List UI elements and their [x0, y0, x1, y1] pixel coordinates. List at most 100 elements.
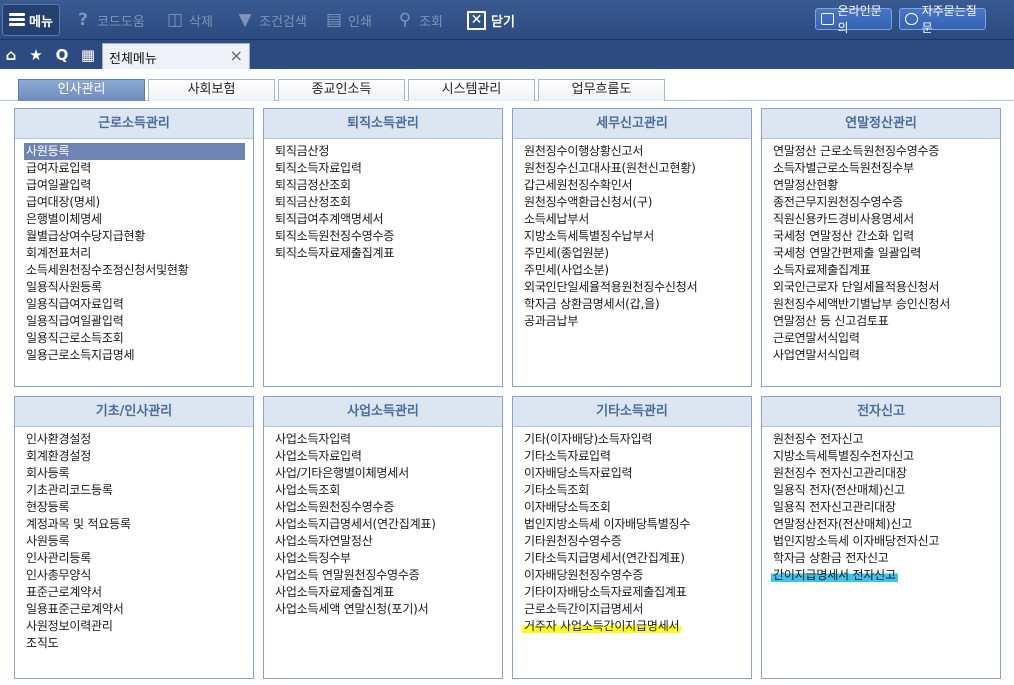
menu-item[interactable]: 원천징수신고대사표(원천신고현황) — [522, 160, 751, 177]
tab-system[interactable]: 시스템관리 — [408, 79, 535, 101]
menu-item[interactable]: 조직도 — [24, 635, 253, 652]
code-help-button[interactable]: ? 코드도움 — [74, 6, 145, 34]
menu-item[interactable]: 기타소득지급명세서(연간집계표) — [522, 550, 751, 567]
menu-item[interactable]: 회계전표처리 — [24, 245, 253, 262]
close-button[interactable]: ✕ 닫기 — [467, 6, 515, 34]
menu-item[interactable]: 계정과목 및 적요등록 — [24, 516, 253, 533]
menu-item[interactable]: 이자배당소득자료입력 — [522, 465, 751, 482]
menu-item[interactable]: 현장등록 — [24, 499, 253, 516]
menu-item[interactable]: 갑근세원천징수확인서 — [522, 177, 751, 194]
menu-item[interactable]: 사원등록 — [24, 533, 253, 550]
inquiry-button[interactable]: ⚲ 조회 — [396, 6, 443, 34]
menu-item[interactable]: 원천징수 전자신고 — [771, 431, 1000, 448]
menu-item[interactable]: 일용근로소득지급명세 — [24, 347, 253, 364]
menu-item[interactable]: 표준근로계약서 — [24, 584, 253, 601]
menu-item[interactable]: 이자배당소득조회 — [522, 499, 751, 516]
tab-all-menu[interactable]: 전체메뉴 × — [102, 43, 250, 69]
menu-item[interactable]: 소득세원천징수조정신청서및현황 — [24, 262, 253, 279]
menu-item[interactable]: 사업소득 연말원천징수영수증 — [273, 567, 502, 584]
menu-item[interactable]: 연말정산전자(전산매체)신고 — [771, 516, 1000, 533]
menu-item[interactable]: 사업연말서식입력 — [771, 347, 1000, 364]
menu-item[interactable]: 인사총무양식 — [24, 567, 253, 584]
tab-hr[interactable]: 인사관리 — [18, 79, 145, 101]
menu-item[interactable]: 기타원천징수영수증 — [522, 533, 751, 550]
menu-item[interactable]: 인사환경설정 — [24, 431, 253, 448]
menu-item[interactable]: 기타소득자료입력 — [522, 448, 751, 465]
menu-item[interactable]: 사원정보이력관리 — [24, 618, 253, 635]
menu-item[interactable]: 기타(이자배당)소득자입력 — [522, 431, 751, 448]
menu-item[interactable]: 급여일괄입력 — [24, 177, 253, 194]
menu-item[interactable]: 퇴직급여추계액명세서 — [273, 211, 502, 228]
menu-item[interactable]: 사업소득원천징수영수증 — [273, 499, 502, 516]
menu-item[interactable]: 월별급상여수당지급현황 — [24, 228, 253, 245]
menu-item[interactable]: 학자금 상환금명세서(갑,을) — [522, 296, 751, 313]
menu-item[interactable]: 원천징수 전자신고관리대장 — [771, 465, 1000, 482]
delete-button[interactable]: ◫ 삭제 — [166, 6, 213, 34]
menu-item[interactable]: 연말정산 등 신고검토표 — [771, 313, 1000, 330]
tab-social-insurance[interactable]: 사회보험 — [148, 79, 275, 101]
tab-close-icon[interactable]: × — [230, 46, 243, 65]
menu-item[interactable]: 사업소득자료입력 — [273, 448, 502, 465]
menu-item[interactable]: 주민세(종업원분) — [522, 245, 751, 262]
menu-item[interactable]: 일용직급여일괄입력 — [24, 313, 253, 330]
menu-item[interactable]: 퇴직금정산조회 — [273, 177, 502, 194]
menu-item[interactable]: 법인지방소득세 이자배당전자신고 — [771, 533, 1000, 550]
menu-item[interactable]: 기타이자배당소득자료제출집계표 — [522, 584, 751, 601]
faq-button[interactable]: 자주묻는질문 — [899, 4, 986, 35]
menu-item[interactable]: 퇴직소득원천징수영수증 — [273, 228, 502, 245]
menu-item[interactable]: 국세청 연말간편제출 일괄입력 — [771, 245, 1000, 262]
menu-item[interactable]: 이자배당원천징수영수증 — [522, 567, 751, 584]
search-q-icon[interactable]: Q — [51, 44, 73, 66]
menu-item[interactable]: 사업소득지급명세서(연간집계표) — [273, 516, 502, 533]
menu-item[interactable]: 사업소득세액 연말신청(포기)서 — [273, 601, 502, 618]
menu-item[interactable]: 사업소득자입력 — [273, 431, 502, 448]
menu-item[interactable]: 일용직 전자신고관리대장 — [771, 499, 1000, 516]
menu-item[interactable]: 직원신용카드경비사용명세서 — [771, 211, 1000, 228]
menu-item[interactable]: 사업소득조회 — [273, 482, 502, 499]
menu-button[interactable]: 메뉴 — [2, 4, 60, 36]
menu-item[interactable]: 일용직근로소득조회 — [24, 330, 253, 347]
home-icon[interactable]: ⌂ — [0, 44, 22, 66]
menu-item[interactable]: 공과금납부 — [522, 313, 751, 330]
menu-item[interactable]: 급여자료입력 — [24, 160, 253, 177]
menu-item[interactable]: 법인지방소득세 이자배당특별징수 — [522, 516, 751, 533]
menu-item[interactable]: 일용직 전자(전산매체)신고 — [771, 482, 1000, 499]
tab-workflow[interactable]: 업무흐름도 — [538, 79, 665, 101]
online-inquiry-button[interactable]: 온라인문의 — [815, 4, 892, 35]
star-icon[interactable]: ★ — [25, 44, 47, 66]
menu-item[interactable]: 퇴직금산정 — [273, 143, 502, 160]
menu-item[interactable]: 원천징수액환급신청서(구) — [522, 194, 751, 211]
menu-item[interactable]: 종전근무지원천징수영수증 — [771, 194, 1000, 211]
menu-item[interactable]: 기타소득조회 — [522, 482, 751, 499]
menu-item[interactable]: 소득자별근로소득원천징수부 — [771, 160, 1000, 177]
calendar-icon[interactable]: ▦ — [77, 44, 99, 66]
menu-item[interactable]: 연말정산현황 — [771, 177, 1000, 194]
menu-item[interactable]: 소득세납부서 — [522, 211, 751, 228]
menu-item[interactable]: 학자금 상환금 전자신고 — [771, 550, 1000, 567]
menu-item[interactable]: 사업소득자료제출집계표 — [273, 584, 502, 601]
menu-item[interactable]: 주민세(사업소분) — [522, 262, 751, 279]
menu-item[interactable]: 기초관리코드등록 — [24, 482, 253, 499]
menu-item[interactable]: 거주자 사업소득간이지급명세서 — [522, 618, 751, 635]
menu-item[interactable]: 인사관리등록 — [24, 550, 253, 567]
menu-item[interactable]: 사원등록 — [24, 143, 253, 160]
menu-item[interactable]: 지방소득세특별징수전자신고 — [771, 448, 1000, 465]
menu-item[interactable]: 국세청 연말정산 간소화 입력 — [771, 228, 1000, 245]
condition-search-button[interactable]: ▼ 조건검색 — [236, 6, 306, 34]
menu-item[interactable]: 은행별이체명세 — [24, 211, 253, 228]
menu-item[interactable]: 소득자료제출집계표 — [771, 262, 1000, 279]
menu-item[interactable]: 사업소득자연말정산 — [273, 533, 502, 550]
menu-item[interactable]: 외국인근로자 단일세율적용신청서 — [771, 279, 1000, 296]
print-button[interactable]: ▤ 인쇄 — [325, 6, 372, 34]
menu-item[interactable]: 일용표준근로계약서 — [24, 601, 253, 618]
menu-item[interactable]: 원천징수이행상황신고서 — [522, 143, 751, 160]
menu-item[interactable]: 지방소득세특별징수납부서 — [522, 228, 751, 245]
menu-item[interactable]: 연말정산 근로소득원천징수영수증 — [771, 143, 1000, 160]
menu-item[interactable]: 외국인단일세율적용원천징수신청서 — [522, 279, 751, 296]
menu-item[interactable]: 근로소득간이지급명세서 — [522, 601, 751, 618]
menu-item[interactable]: 사업/기타은행별이체명세서 — [273, 465, 502, 482]
menu-item[interactable]: 퇴직금산정조회 — [273, 194, 502, 211]
menu-item[interactable]: 일용직급여자료입력 — [24, 296, 253, 313]
menu-item[interactable]: 간이지급명세서 전자신고 — [771, 567, 1000, 584]
tab-religious-income[interactable]: 종교인소득 — [278, 79, 405, 101]
